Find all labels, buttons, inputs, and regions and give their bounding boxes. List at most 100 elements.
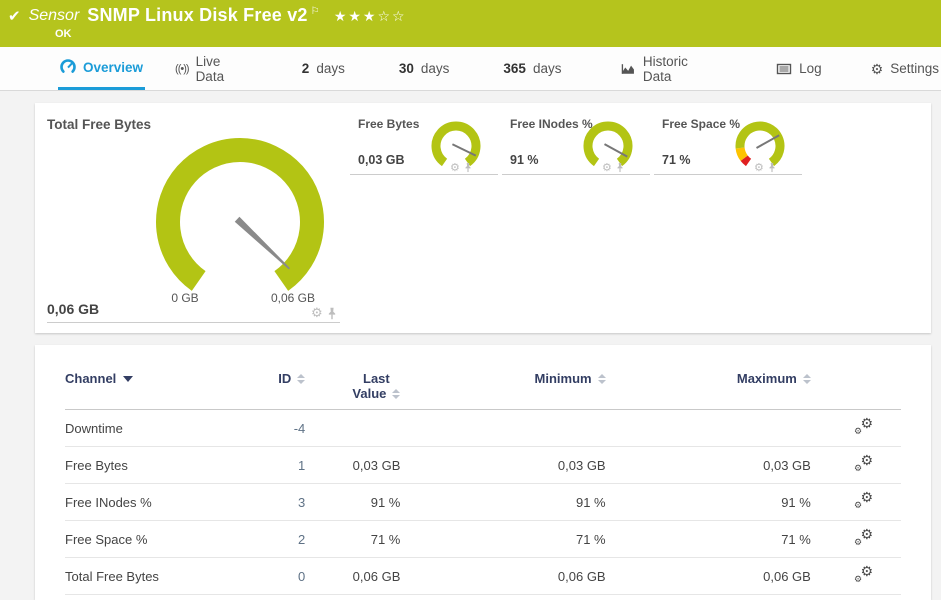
channel-gear-icon[interactable]: ⚙	[754, 161, 764, 174]
channel-minimum: 0,06 GB	[400, 557, 606, 595]
priority-stars[interactable]: ★★★☆☆	[334, 8, 407, 25]
channel-gear-icon[interactable]: ⚙	[450, 161, 460, 174]
mini-gauge-value: 0,03 GB	[358, 153, 405, 167]
mini-gauge-value: 91 %	[510, 153, 539, 167]
channel-last-value: 0,06 GB	[305, 557, 401, 595]
mini-gauge-actions: ⚙	[450, 161, 472, 174]
channel-maximum: 91 %	[605, 483, 811, 521]
primary-gauge-min-label: 0 GB	[171, 291, 199, 305]
channel-maximum: 0,06 GB	[605, 557, 811, 595]
channel-maximum: 71 %	[605, 520, 811, 558]
table-row[interactable]: Free Space % 2 71 % 71 % 71 % ⚙ ⚙	[65, 520, 901, 558]
channel-name[interactable]: Free Space %	[65, 520, 241, 558]
mini-gauge-actions: ⚙	[602, 161, 624, 174]
divider	[654, 174, 802, 175]
pin-icon[interactable]	[768, 162, 776, 173]
tab-label: Overview	[83, 59, 144, 75]
tab-overview[interactable]: Overview	[58, 47, 146, 90]
sort-icon	[297, 373, 306, 384]
channel-id: 3	[240, 483, 306, 521]
channel-minimum: 0,03 GB	[400, 446, 606, 484]
pin-icon[interactable]	[464, 162, 472, 173]
channel-last-value: 91 %	[305, 483, 401, 521]
column-header-id[interactable]: ID	[240, 371, 306, 410]
channel-maximum	[605, 409, 811, 447]
channel-name[interactable]: Downtime	[65, 409, 241, 447]
tab-log[interactable]: Log	[774, 47, 824, 90]
pin-icon[interactable]	[616, 162, 624, 173]
primary-gauge	[156, 138, 324, 291]
mini-gauge-title: Free Bytes	[358, 117, 420, 131]
table-header-row: Channel ID Last Value Minimum Maximum	[65, 371, 901, 410]
page-title: SNMP Linux Disk Free v2 ⚐	[87, 5, 320, 25]
channel-settings-icon[interactable]: ⚙ ⚙	[854, 563, 873, 584]
channel-table: Channel ID Last Value Minimum Maximum Do…	[65, 371, 901, 595]
channel-name[interactable]: Free Bytes	[65, 446, 241, 484]
tab-label: Historic Data	[642, 53, 688, 84]
divider	[47, 322, 340, 323]
mini-gauge-free-bytes: Free Bytes 0,03 GB ⚙	[350, 113, 498, 175]
mini-gauge-free-space: Free Space % 71 % ⚙	[654, 113, 802, 175]
table-row[interactable]: Downtime -4 ⚙ ⚙	[65, 409, 901, 447]
channel-id: 1	[240, 446, 306, 484]
status-check-icon: ✔	[8, 8, 21, 25]
tab-30-days[interactable]: 30 days	[397, 47, 452, 90]
mini-gauge-title: Free Space %	[662, 117, 741, 131]
channel-last-value	[305, 409, 401, 447]
primary-gauge-max-label: 0,06 GB	[270, 291, 316, 305]
log-icon	[776, 63, 792, 74]
channel-maximum: 0,03 GB	[605, 446, 811, 484]
sort-icon	[597, 373, 606, 384]
column-header-settings	[810, 371, 901, 410]
column-header-channel[interactable]: Channel	[65, 371, 241, 410]
divider	[502, 174, 650, 175]
tab-2-days[interactable]: 2 days	[300, 47, 347, 90]
primary-gauge-title: Total Free Bytes	[47, 117, 152, 132]
sort-icon	[392, 388, 401, 399]
table-row[interactable]: Free INodes % 3 91 % 91 % 91 % ⚙ ⚙	[65, 483, 901, 521]
gauges-panel: Total Free Bytes 0 GB 0,06 GB 0,06 GB ⚙ …	[35, 103, 931, 333]
channel-settings-icon[interactable]: ⚙ ⚙	[854, 415, 873, 436]
tab-365-days[interactable]: 365 days	[501, 47, 563, 90]
channel-last-value: 0,03 GB	[305, 446, 401, 484]
sort-icon	[802, 373, 811, 384]
tab-label: Log	[799, 61, 822, 76]
column-header-maximum[interactable]: Maximum	[605, 371, 811, 410]
channel-id: 2	[240, 520, 306, 558]
primary-gauge-actions: ⚙	[311, 305, 337, 321]
mini-gauge-value: 71 %	[662, 153, 691, 167]
mini-gauge-actions: ⚙	[754, 161, 776, 174]
channel-table-panel: Channel ID Last Value Minimum Maximum Do…	[35, 345, 931, 600]
table-row[interactable]: Free Bytes 1 0,03 GB 0,03 GB 0,03 GB ⚙ ⚙	[65, 446, 901, 484]
channel-gear-icon[interactable]: ⚙	[602, 161, 612, 174]
table-row[interactable]: Total Free Bytes 0 0,06 GB 0,06 GB 0,06 …	[65, 557, 901, 595]
historic-chart-icon	[622, 63, 635, 74]
divider	[350, 174, 498, 175]
tab-settings[interactable]: ⚙ Settings	[869, 47, 941, 90]
channel-settings-icon[interactable]: ⚙ ⚙	[854, 452, 873, 473]
channel-settings-icon[interactable]: ⚙ ⚙	[854, 526, 873, 547]
tab-historic-data[interactable]: Historic Data	[618, 47, 719, 90]
channel-name[interactable]: Free INodes %	[65, 483, 241, 521]
status-badge: OK	[55, 28, 72, 40]
live-data-icon: ((•))	[175, 62, 189, 75]
channel-minimum: 71 %	[400, 520, 606, 558]
channel-id: 0	[240, 557, 306, 595]
sort-desc-icon	[123, 376, 134, 382]
channel-last-value: 71 %	[305, 520, 401, 558]
channel-name[interactable]: Total Free Bytes	[65, 557, 241, 595]
tab-bar: Overview ((•)) Live Data 2 days 30 days …	[0, 47, 941, 91]
sensor-type-label: Sensor	[28, 7, 80, 24]
channel-id: -4	[240, 409, 306, 447]
flag-icon[interactable]: ⚐	[311, 6, 320, 17]
mini-gauge-free-inodes: Free INodes % 91 % ⚙	[502, 113, 650, 175]
column-header-minimum[interactable]: Minimum	[400, 371, 606, 410]
channel-gear-icon[interactable]: ⚙	[311, 305, 323, 321]
column-header-last-value[interactable]: Last Value	[305, 371, 401, 410]
tab-label: Live Data	[195, 53, 225, 84]
tab-live-data[interactable]: ((•)) Live Data	[173, 47, 252, 90]
pin-icon[interactable]	[327, 307, 337, 320]
channel-minimum	[400, 409, 606, 447]
primary-gauge-value: 0,06 GB	[47, 301, 100, 317]
channel-settings-icon[interactable]: ⚙ ⚙	[854, 489, 873, 510]
